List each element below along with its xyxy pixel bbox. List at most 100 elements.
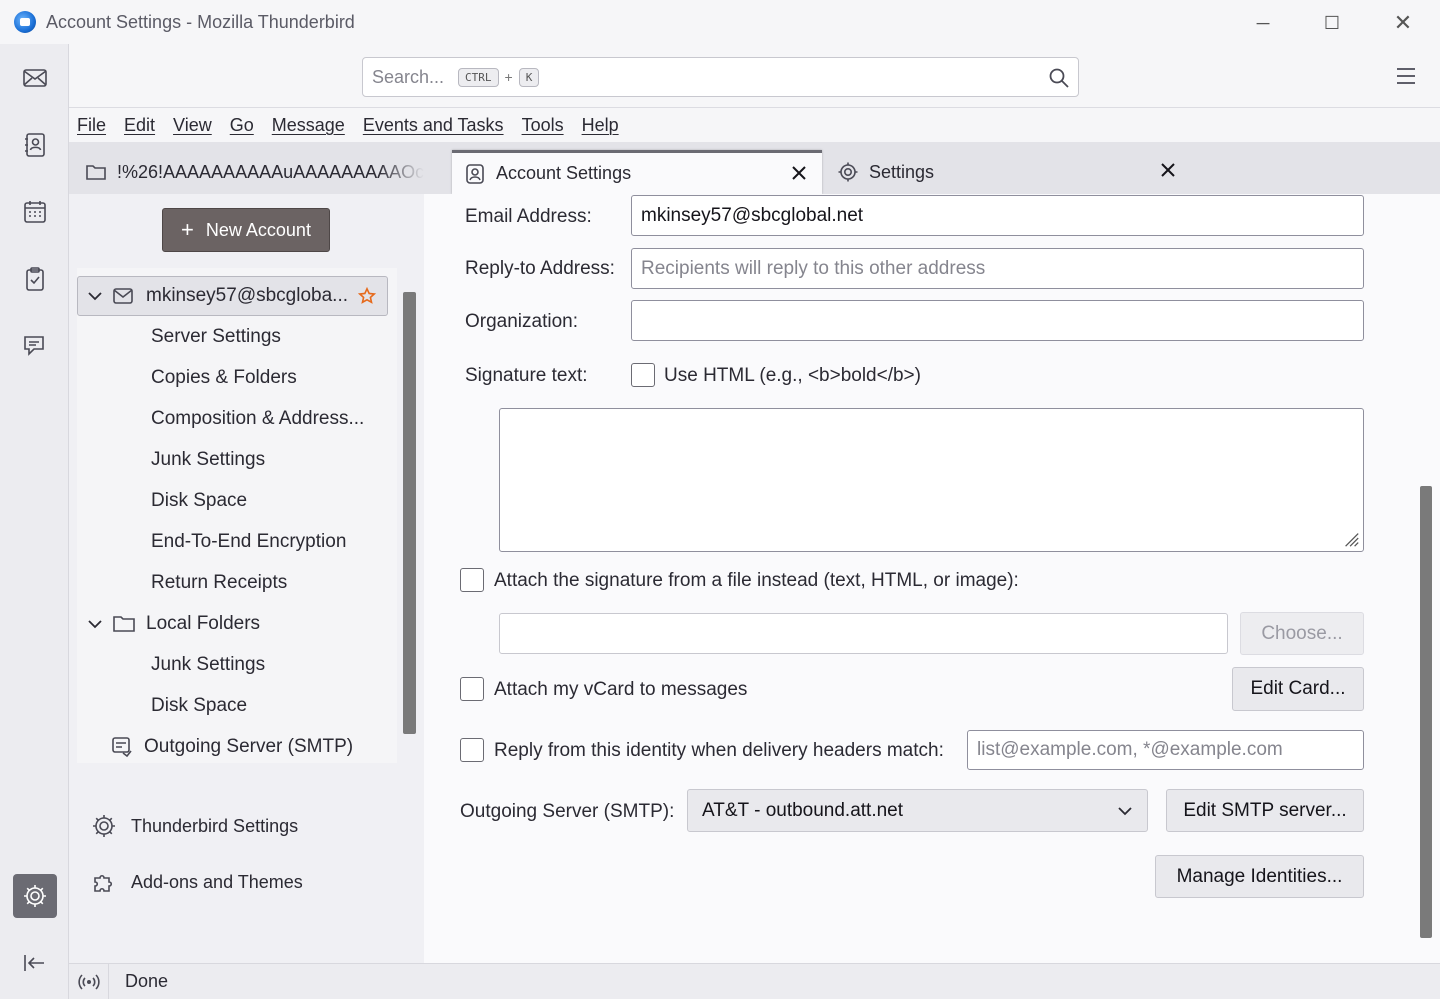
signature-text-label: Signature text:: [465, 365, 588, 386]
addons-themes-link[interactable]: Add-ons and Themes: [91, 862, 303, 902]
menu-edit[interactable]: Edit: [124, 115, 155, 136]
account-tree-sidebar: + New Account mkinsey57@sbcgloba... Serv…: [69, 194, 424, 963]
menu-help[interactable]: Help: [582, 115, 619, 136]
attach-signature-checkbox[interactable]: [460, 568, 484, 592]
close-window-button[interactable]: ✕: [1380, 8, 1426, 38]
manage-identities-button[interactable]: Manage Identities...: [1155, 855, 1364, 898]
reply-identity-checkbox[interactable]: [460, 738, 484, 762]
outgoing-server-label: Outgoing Server (SMTP): [144, 736, 354, 757]
outgoing-server-value: AT&T - outbound.att.net: [702, 799, 904, 821]
outgoing-server-icon: [112, 737, 132, 758]
email-address-label: Email Address:: [465, 206, 592, 227]
tab-settings-label: Settings: [869, 161, 935, 182]
menu-go[interactable]: Go: [230, 115, 254, 136]
identity-settings-pane: Email Address: mkinsey57@sbcglobal.net R…: [424, 194, 1440, 963]
tasks-icon: [26, 267, 44, 291]
reply-to-label: Reply-to Address:: [465, 258, 615, 279]
collapse-spaces-button[interactable]: [13, 941, 57, 985]
resize-grip-icon[interactable]: [1342, 530, 1360, 548]
menu-events-and-tasks[interactable]: Events and Tasks: [363, 115, 504, 136]
organization-field[interactable]: [631, 300, 1364, 341]
online-status-icon[interactable]: [69, 963, 109, 999]
menu-message[interactable]: Message: [272, 115, 345, 136]
account-icon: [466, 163, 484, 184]
signature-textarea[interactable]: [499, 408, 1364, 552]
email-address-field[interactable]: mkinsey57@sbcglobal.net: [631, 195, 1364, 236]
app-menu-icon[interactable]: [1394, 64, 1418, 88]
plus-icon: +: [181, 217, 194, 242]
spaces-toolbar: [0, 44, 69, 999]
star-icon: [358, 287, 376, 304]
edit-card-button[interactable]: Edit Card...: [1232, 667, 1364, 711]
use-html-checkbox[interactable]: [631, 363, 655, 387]
tree-item-local-junk[interactable]: Junk Settings: [151, 645, 265, 685]
chevron-down-icon: [1118, 807, 1132, 816]
addons-themes-label: Add-ons and Themes: [131, 871, 303, 892]
minimize-button[interactable]: ─: [1240, 8, 1286, 38]
edit-smtp-button[interactable]: Edit SMTP server...: [1166, 789, 1364, 832]
shortcut-key-ctrl: CTRL: [458, 67, 499, 87]
content-scrollbar[interactable]: [1420, 486, 1432, 938]
chevron-down-icon[interactable]: [88, 617, 102, 631]
tree-item-composition[interactable]: Composition & Address...: [151, 399, 364, 439]
outgoing-server-label: Outgoing Server (SMTP):: [460, 801, 675, 822]
attach-vcard-checkbox[interactable]: [460, 677, 484, 701]
tree-item-copies-folders[interactable]: Copies & Folders: [151, 358, 297, 398]
tree-item-outgoing-server[interactable]: Outgoing Server (SMTP): [110, 727, 353, 767]
maximize-button[interactable]: ☐: [1309, 8, 1355, 38]
status-text: Done: [125, 971, 169, 991]
chat-space-button[interactable]: [13, 324, 57, 368]
shortcut-plus: +: [504, 69, 513, 85]
calendar-space-button[interactable]: [13, 190, 57, 234]
new-account-button[interactable]: + New Account: [162, 208, 330, 252]
search-placeholder: Search...: [372, 66, 445, 87]
attach-vcard-label: Attach my vCard to messages: [494, 679, 748, 700]
menu-tools[interactable]: Tools: [522, 115, 564, 136]
reply-to-field[interactable]: Recipients will reply to this other addr…: [631, 248, 1364, 289]
tab-account-settings-label: Account Settings: [496, 163, 632, 183]
tree-item-server-settings[interactable]: Server Settings: [151, 317, 281, 357]
tab-account-settings[interactable]: Account Settings: [452, 150, 822, 194]
tree-scrollbar[interactable]: [403, 292, 416, 734]
tree-item-local-folders[interactable]: Local Folders: [77, 604, 260, 644]
tree-item-local-disk-space[interactable]: Disk Space: [151, 686, 247, 726]
mail-space-button[interactable]: [13, 56, 57, 100]
gear-icon: [24, 885, 46, 907]
calendar-icon: [24, 201, 46, 223]
use-html-label: Use HTML (e.g., <b>bold</b>): [664, 365, 921, 386]
folder-icon: [113, 616, 135, 632]
tab-folder[interactable]: !%26!AAAAAAAAAAuAAAAAAAAAOc: [85, 150, 447, 194]
gear-icon: [93, 815, 115, 837]
menu-file[interactable]: File: [77, 115, 106, 136]
thunderbird-settings-link[interactable]: Thunderbird Settings: [91, 806, 298, 846]
search-icon[interactable]: [1048, 67, 1070, 89]
tree-item-e2e-encryption[interactable]: End-To-End Encryption: [151, 522, 346, 562]
tab-folder-label: !%26!AAAAAAAAAAuAAAAAAAAAOc: [117, 161, 425, 182]
search-input[interactable]: Search... CTRL + K: [362, 57, 1079, 97]
tree-item-junk-settings[interactable]: Junk Settings: [151, 440, 265, 480]
choose-file-button[interactable]: Choose...: [1240, 612, 1364, 655]
mail-icon: [23, 69, 47, 87]
attach-signature-label: Attach the signature from a file instead…: [494, 570, 1019, 591]
delivery-headers-field[interactable]: list@example.com, *@example.com: [967, 730, 1364, 770]
signature-file-field[interactable]: [499, 613, 1228, 654]
new-account-label: New Account: [205, 219, 311, 240]
thunderbird-settings-label: Thunderbird Settings: [131, 815, 299, 836]
chevron-down-icon[interactable]: [88, 289, 102, 303]
account-tree: mkinsey57@sbcgloba... Server Settings Co…: [77, 268, 397, 763]
thunderbird-logo-icon: [14, 11, 36, 33]
window-title: Account Settings - Mozilla Thunderbird: [46, 12, 355, 32]
address-book-space-button[interactable]: [13, 123, 57, 167]
tasks-space-button[interactable]: [13, 257, 57, 301]
reply-identity-label: Reply from this identity when delivery h…: [494, 740, 944, 761]
tree-item-disk-space[interactable]: Disk Space: [151, 481, 247, 521]
tree-item-return-receipts[interactable]: Return Receipts: [151, 563, 287, 603]
menu-view[interactable]: View: [173, 115, 212, 136]
close-icon[interactable]: [790, 164, 808, 182]
tab-settings[interactable]: Settings: [837, 150, 1197, 194]
settings-space-button[interactable]: [13, 874, 57, 918]
close-icon[interactable]: [1159, 161, 1177, 179]
outgoing-server-select[interactable]: AT&T - outbound.att.net: [687, 789, 1148, 832]
tree-item-account[interactable]: mkinsey57@sbcgloba...: [77, 276, 388, 316]
menu-bar: File Edit View Go Message Events and Tas…: [69, 108, 1440, 142]
